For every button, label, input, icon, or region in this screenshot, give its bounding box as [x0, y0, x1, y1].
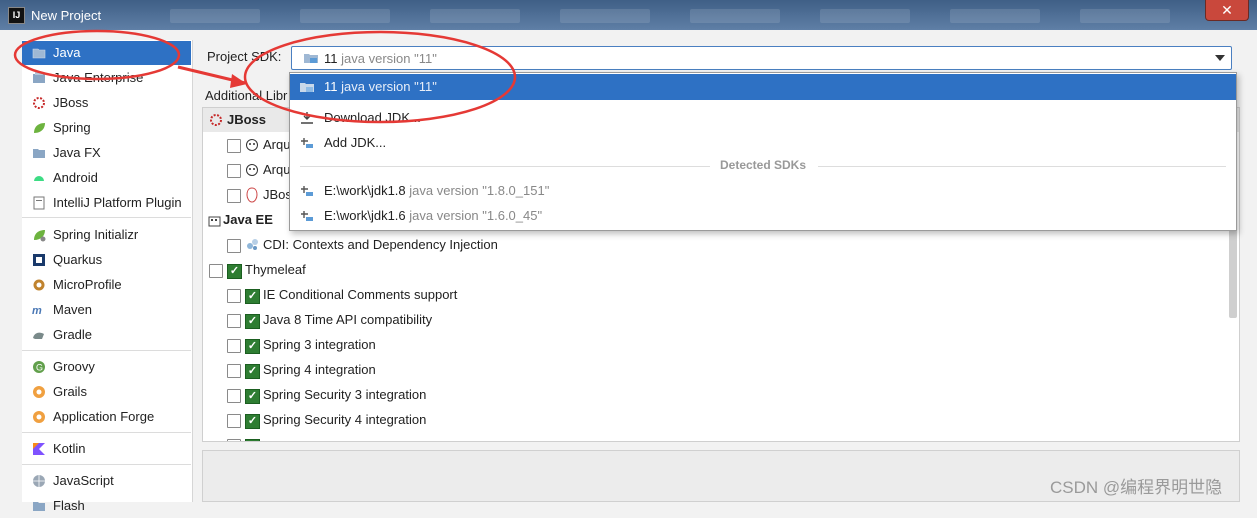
- annotation-ellipse: [13, 29, 181, 81]
- watermark: CSDN @编程界明世隐: [1050, 478, 1223, 497]
- annotation-overlay: [13, 29, 517, 124]
- annotation-ellipse: [243, 30, 517, 124]
